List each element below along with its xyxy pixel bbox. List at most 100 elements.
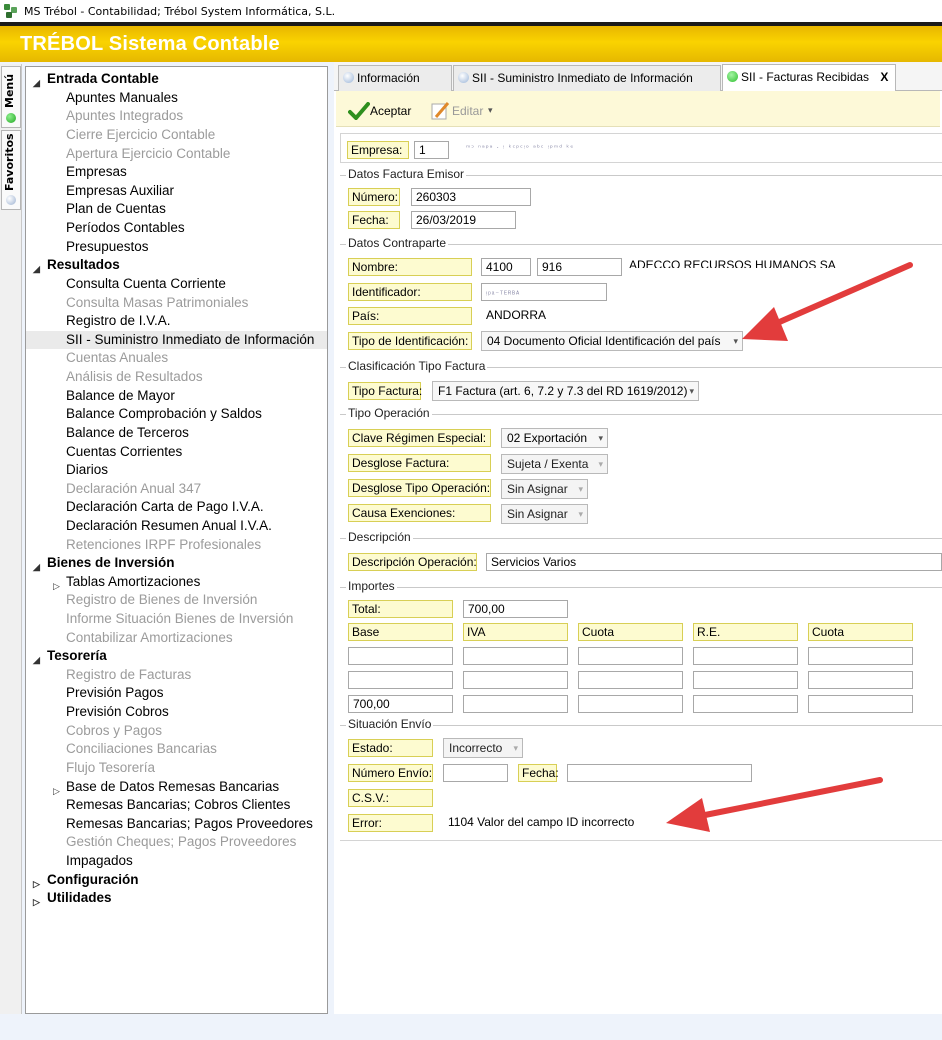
chevron-down-icon: ▾ (578, 509, 583, 519)
tree-item[interactable]: Previsión Cobros (26, 703, 169, 721)
descripcion-section: Descripción Descripción Operación: Servi… (340, 530, 942, 574)
app-banner: TRÉBOL Sistema Contable (0, 22, 942, 62)
estado-select[interactable]: Incorrecto ▾ (443, 738, 523, 758)
causa-exenciones-select[interactable]: Sin Asignar ▾ (501, 504, 588, 524)
numero-input[interactable]: 260303 (411, 188, 531, 206)
tree-item: Apuntes Integrados (66, 108, 184, 123)
importe-cell[interactable] (693, 647, 798, 665)
tree-item-selected[interactable]: SII - Suministro Inmediato de Informació… (26, 331, 327, 349)
re-header: R.E. (693, 623, 798, 641)
aceptar-button[interactable]: Aceptar (348, 100, 411, 121)
tree-item[interactable]: Balance de Terceros (26, 424, 189, 442)
importes-section-title: Importes (346, 579, 397, 593)
iva-header: IVA (463, 623, 568, 641)
clasificacion-section: Clasificación Tipo Factura Tipo Factura:… (340, 359, 942, 401)
tree-group-bienes[interactable]: ◢ Bienes de Inversión (26, 554, 175, 572)
tree-item[interactable]: ▷ Base de Datos Remesas Bancarias (26, 778, 279, 796)
importe-cell[interactable] (808, 671, 913, 689)
tree-item[interactable]: Empresas (26, 163, 127, 181)
tree-item: Cierre Ejercicio Contable (66, 127, 216, 142)
tree-item[interactable]: ▷ Tablas Amortizaciones (26, 573, 200, 591)
tree-item[interactable]: Presupuestos (26, 238, 149, 256)
tree-item[interactable]: Remesas Bancarias; Cobros Clientes (26, 796, 290, 814)
tree-item[interactable]: Cuentas Corrientes (26, 443, 182, 461)
envio-section-title: Situación Envío (346, 717, 434, 731)
toolbar-overflow-icon[interactable]: ▾ (488, 105, 493, 116)
fecha-input[interactable]: 26/03/2019 (411, 211, 516, 229)
clave-regimen-select[interactable]: 02 Exportación ▾ (501, 428, 608, 448)
nombre-label: Nombre: (348, 258, 472, 276)
tree-item: Análisis de Resultados (66, 369, 203, 384)
tree-item[interactable]: Declaración Carta de Pago I.V.A. (26, 498, 264, 516)
tree-item: Cobros y Pagos (66, 723, 163, 738)
tree-item[interactable]: Balance de Mayor (26, 387, 175, 405)
nombre-cuenta-input[interactable]: 4100 (481, 258, 531, 276)
tab-favoritos[interactable]: Favoritos (1, 130, 21, 210)
tree-item[interactable]: Apuntes Manuales (26, 89, 178, 107)
numero-envio-input[interactable] (443, 764, 508, 782)
importe-cell[interactable] (693, 695, 798, 713)
tree-item[interactable]: Diarios (26, 461, 108, 479)
annotation-arrow-icon (666, 777, 883, 832)
tree-item[interactable]: Previsión Pagos (26, 684, 164, 702)
nombre-subcuenta-input[interactable]: 916 (537, 258, 622, 276)
tipo-identificacion-select[interactable]: 04 Documento Oficial Identificación del … (481, 331, 743, 351)
chevron-down-icon: ▾ (689, 386, 694, 396)
tab-facturas-recibidas[interactable]: SII - Facturas Recibidas X (722, 64, 896, 91)
cuota-re-header: Cuota (808, 623, 913, 641)
importe-cell[interactable] (693, 671, 798, 689)
tree-item[interactable]: Balance Comprobación y Saldos (26, 405, 262, 423)
error-label: Error: (348, 814, 433, 832)
tab-status-icon (458, 72, 469, 83)
tab-informacion[interactable]: Información (338, 65, 452, 91)
tree-item[interactable]: Declaración Resumen Anual I.V.A. (26, 517, 272, 535)
tipo-factura-select[interactable]: F1 Factura (art. 6, 7.2 y 7.3 del RD 161… (432, 381, 699, 401)
tree-item: Registro de Facturas (66, 667, 192, 682)
tree-item[interactable]: Empresas Auxiliar (26, 182, 174, 200)
collapsed-icon: ▷ (33, 897, 40, 907)
total-input[interactable]: 700,00 (463, 600, 568, 618)
identificador-input[interactable]: ᵎᵖᵃ⁻ᵀᴱᴿᴮᴬ (481, 283, 607, 301)
tree-item[interactable]: Consulta Cuenta Corriente (26, 275, 226, 293)
importe-cell[interactable] (348, 647, 453, 665)
fecha-envio-label: Fecha: (518, 764, 559, 782)
importe-cell[interactable] (808, 695, 913, 713)
importe-cell[interactable] (463, 647, 568, 665)
tree-group-entrada[interactable]: ◢ Entrada Contable (26, 70, 159, 88)
tree-item[interactable]: Registro de I.V.A. (26, 312, 171, 330)
edit-icon (431, 101, 450, 120)
importe-cell[interactable] (463, 695, 568, 713)
desglose-factura-label: Desglose Factura: (348, 454, 491, 472)
close-icon[interactable]: X (880, 70, 888, 84)
tree-group-configuracion[interactable]: ▷ Configuración (26, 871, 139, 889)
importe-cell[interactable]: 700,00 (348, 695, 453, 713)
tree-item: Declaración Anual 347 (66, 481, 202, 496)
descripcion-operacion-input[interactable]: Servicios Varios (486, 553, 942, 571)
desglose-factura-select[interactable]: Sujeta / Exenta ▾ (501, 454, 608, 474)
fecha-label: Fecha: (348, 211, 400, 229)
editar-button[interactable]: Editar (430, 100, 483, 120)
tree-group-tesoreria[interactable]: ◢ Tesorería (26, 647, 107, 665)
chevron-down-icon: ▾ (578, 484, 583, 494)
empresa-input[interactable]: 1 (414, 141, 449, 159)
importe-cell[interactable] (578, 695, 683, 713)
empresa-label: Empresa: (347, 141, 409, 159)
importe-cell[interactable] (463, 671, 568, 689)
total-label: Total: (348, 600, 453, 618)
tree-group-utilidades[interactable]: ▷ Utilidades (26, 889, 112, 907)
importe-cell[interactable] (578, 671, 683, 689)
tree-item[interactable]: Períodos Contables (26, 219, 185, 237)
importe-cell[interactable] (578, 647, 683, 665)
tree-item[interactable]: Plan de Cuentas (26, 200, 166, 218)
tree-item[interactable]: Remesas Bancarias; Pagos Proveedores (26, 815, 313, 833)
tab-sii[interactable]: SII - Suministro Inmediato de Informació… (453, 65, 721, 91)
tree-item[interactable]: Impagados (26, 852, 133, 870)
importe-cell[interactable] (808, 647, 913, 665)
operacion-section-title: Tipo Operación (346, 406, 432, 420)
tree-group-resultados[interactable]: ◢ Resultados (26, 256, 120, 274)
desglose-tipo-select[interactable]: Sin Asignar ▾ (501, 479, 588, 499)
navigation-tree: ◢ Entrada Contable Apuntes Manuales Apunt… (25, 66, 328, 1014)
importe-cell[interactable] (348, 671, 453, 689)
tab-menu[interactable]: Menú (1, 66, 21, 128)
pais-label: País: (348, 307, 472, 325)
